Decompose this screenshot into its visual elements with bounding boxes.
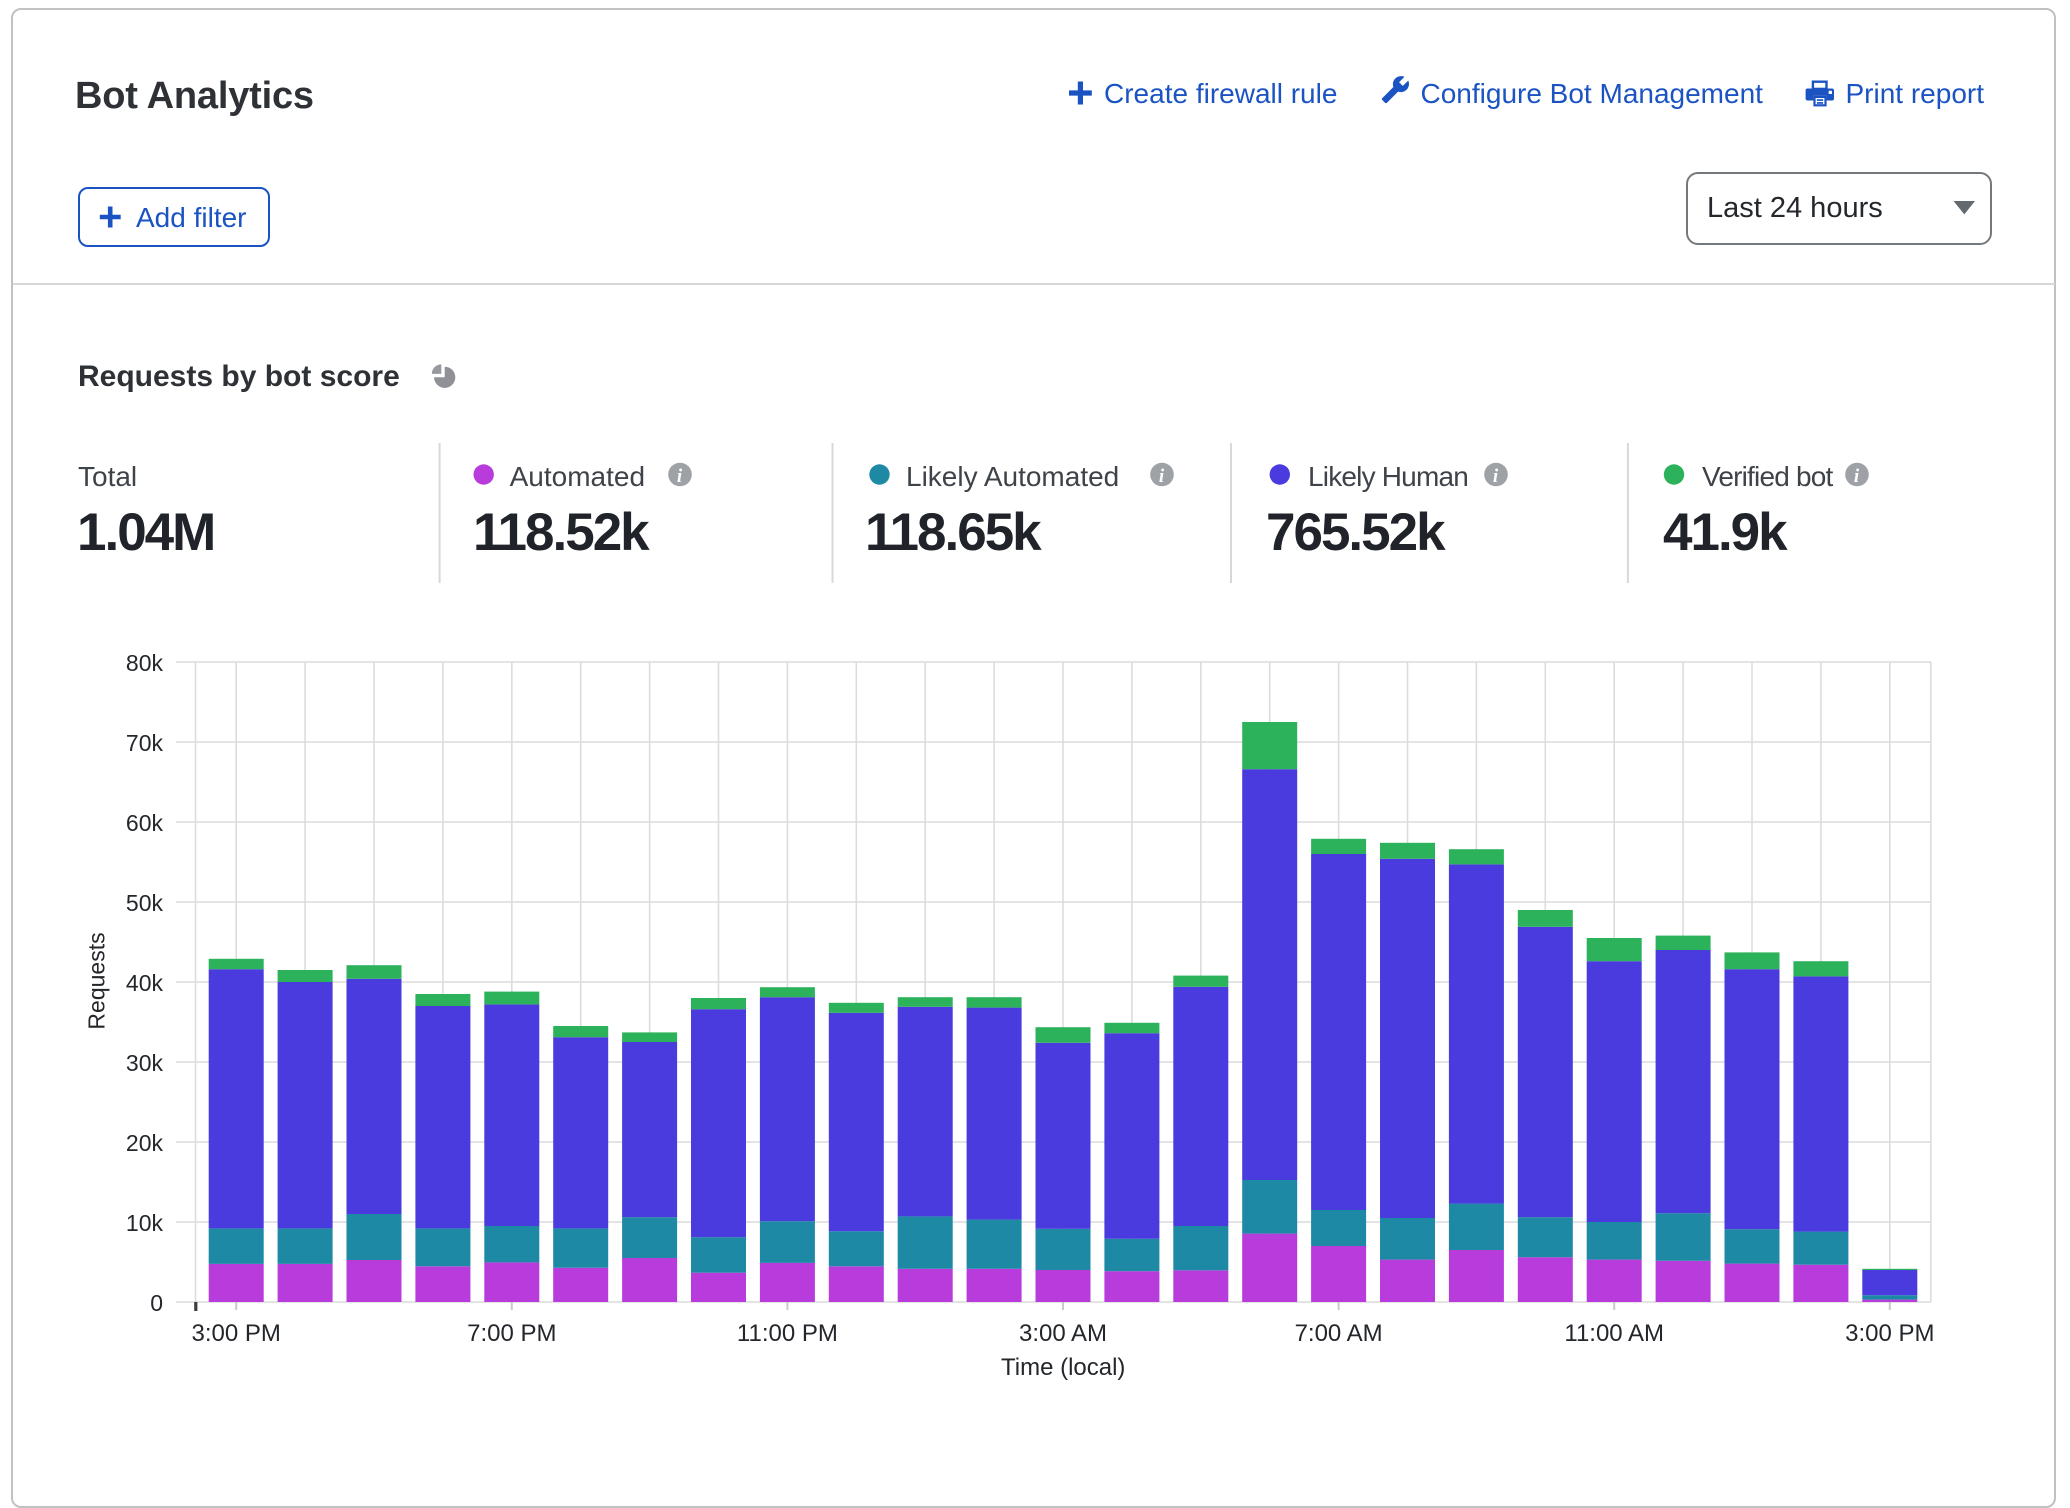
svg-text:40k: 40k (126, 970, 164, 996)
svg-text:50k: 50k (126, 890, 164, 916)
svg-text:i: i (677, 466, 683, 487)
svg-text:20k: 20k (126, 1130, 164, 1156)
svg-text:7:00 PM: 7:00 PM (467, 1320, 556, 1347)
svg-text:3:00 PM: 3:00 PM (1845, 1320, 1934, 1347)
svg-text:Time (local): Time (local) (1001, 1354, 1125, 1381)
svg-text:Requests: Requests (84, 932, 110, 1029)
svg-text:3:00 PM: 3:00 PM (192, 1320, 281, 1347)
svg-text:10k: 10k (126, 1210, 164, 1236)
svg-text:i: i (1493, 466, 1499, 487)
svg-text:0: 0 (150, 1290, 163, 1316)
svg-text:7:00 AM: 7:00 AM (1295, 1320, 1383, 1347)
svg-text:30k: 30k (126, 1050, 164, 1076)
svg-text:i: i (1159, 466, 1165, 487)
svg-text:60k: 60k (126, 810, 164, 836)
svg-text:3:00 AM: 3:00 AM (1019, 1320, 1107, 1347)
svg-text:70k: 70k (126, 730, 164, 756)
svg-text:i: i (1854, 466, 1860, 487)
svg-text:80k: 80k (126, 650, 164, 676)
svg-text:11:00 PM: 11:00 PM (737, 1320, 838, 1347)
svg-text:11:00 AM: 11:00 AM (1564, 1320, 1664, 1347)
